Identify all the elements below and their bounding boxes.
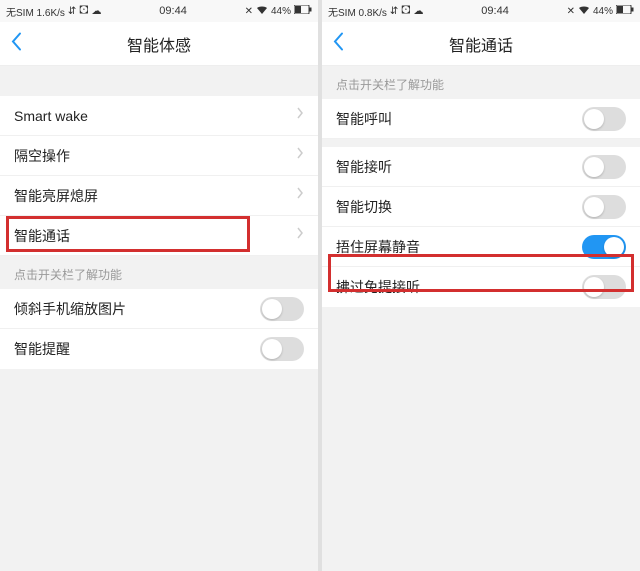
wifi-icon	[578, 5, 590, 18]
air-gesture-item[interactable]: 隔空操作	[0, 136, 318, 176]
sim-text: 无SIM 1.6K/s	[6, 4, 65, 19]
smart-call-item[interactable]: 智能通话	[0, 216, 318, 256]
smart-remind-item[interactable]: 智能提醒	[0, 329, 318, 369]
item-label: Smart wake	[14, 108, 88, 124]
gap	[0, 66, 318, 96]
content-right: 点击开关栏了解功能 智能呼叫 智能接听 智能切换 捂住屏幕静音 拂过免提接听	[322, 66, 640, 571]
mute-icon: ✕	[567, 6, 575, 17]
section-hint: 点击开关栏了解功能	[322, 66, 640, 99]
item-label: 捂住屏幕静音	[336, 237, 420, 257]
smart-answer-item[interactable]: 智能接听	[322, 147, 640, 187]
gap	[322, 139, 640, 147]
toggle-knob	[262, 339, 282, 359]
item-label: 倾斜手机缩放图片	[14, 299, 126, 319]
toggle-knob	[604, 237, 624, 257]
smart-dial-item[interactable]: 智能呼叫	[322, 99, 640, 139]
battery-icon	[294, 5, 312, 17]
smart-switch-item[interactable]: 智能切换	[322, 187, 640, 227]
page-title: 智能体感	[127, 32, 191, 56]
nav-bar: 智能通话	[322, 22, 640, 66]
back-button[interactable]	[332, 31, 344, 56]
status-left: 无SIM 0.8K/s ⇵ 🖸 ☁	[328, 3, 424, 20]
cloud-icon: ☁	[92, 6, 102, 17]
toggle-knob	[584, 157, 604, 177]
item-label: 智能通话	[14, 226, 70, 246]
clock-icon: 🖸	[401, 3, 410, 20]
sim-text: 无SIM 0.8K/s	[328, 4, 387, 19]
chevron-right-icon	[296, 146, 304, 165]
smart-switch-toggle[interactable]	[582, 195, 626, 219]
item-label: 智能提醒	[14, 339, 70, 359]
chevron-right-icon	[296, 186, 304, 205]
status-time: 09:44	[481, 5, 509, 17]
battery-text: 44%	[271, 6, 291, 17]
cover-mute-toggle[interactable]	[582, 235, 626, 259]
phone-left: 无SIM 1.6K/s ⇵ 🖸 ☁ 09:44 ✕ 44% 智能体感 Smart…	[0, 0, 318, 571]
item-label: 智能切换	[336, 197, 392, 217]
usb-icon: ⇵	[390, 6, 398, 17]
cloud-icon: ☁	[414, 6, 424, 17]
swipe-speaker-item[interactable]: 拂过免提接听	[322, 267, 640, 307]
back-button[interactable]	[10, 31, 22, 56]
wifi-icon	[256, 5, 268, 18]
item-label: 智能呼叫	[336, 109, 392, 129]
status-right: ✕ 44%	[245, 5, 312, 18]
mute-icon: ✕	[245, 6, 253, 17]
usb-icon: ⇵	[68, 6, 76, 17]
status-bar: 无SIM 1.6K/s ⇵ 🖸 ☁ 09:44 ✕ 44%	[0, 0, 318, 22]
tilt-zoom-toggle[interactable]	[260, 297, 304, 321]
item-label: 隔空操作	[14, 146, 70, 166]
battery-icon	[616, 5, 634, 17]
nav-bar: 智能体感	[0, 22, 318, 66]
chevron-right-icon	[296, 226, 304, 245]
cover-mute-item[interactable]: 捂住屏幕静音	[322, 227, 640, 267]
phone-right: 无SIM 0.8K/s ⇵ 🖸 ☁ 09:44 ✕ 44% 智能通话 点击开关栏…	[322, 0, 640, 571]
smart-screen-item[interactable]: 智能亮屏熄屏	[0, 176, 318, 216]
tilt-zoom-item[interactable]: 倾斜手机缩放图片	[0, 289, 318, 329]
toggle-knob	[584, 277, 604, 297]
smart-dial-toggle[interactable]	[582, 107, 626, 131]
toggle-knob	[584, 109, 604, 129]
swipe-speaker-toggle[interactable]	[582, 275, 626, 299]
smart-answer-toggle[interactable]	[582, 155, 626, 179]
clock-icon: 🖸	[79, 3, 88, 20]
smart-remind-toggle[interactable]	[260, 337, 304, 361]
status-right: ✕ 44%	[567, 5, 634, 18]
chevron-right-icon	[296, 106, 304, 125]
battery-text: 44%	[593, 6, 613, 17]
status-time: 09:44	[159, 5, 187, 17]
toggle-knob	[262, 299, 282, 319]
toggle-knob	[584, 197, 604, 217]
page-title: 智能通话	[449, 32, 513, 56]
item-label: 智能亮屏熄屏	[14, 186, 98, 206]
smart-wake-item[interactable]: Smart wake	[0, 96, 318, 136]
content-left: Smart wake 隔空操作 智能亮屏熄屏 智能通话 点击开关栏了解功能	[0, 66, 318, 571]
status-left: 无SIM 1.6K/s ⇵ 🖸 ☁	[6, 3, 102, 20]
item-label: 拂过免提接听	[336, 277, 420, 297]
item-label: 智能接听	[336, 157, 392, 177]
status-bar: 无SIM 0.8K/s ⇵ 🖸 ☁ 09:44 ✕ 44%	[322, 0, 640, 22]
section-hint: 点击开关栏了解功能	[0, 256, 318, 289]
